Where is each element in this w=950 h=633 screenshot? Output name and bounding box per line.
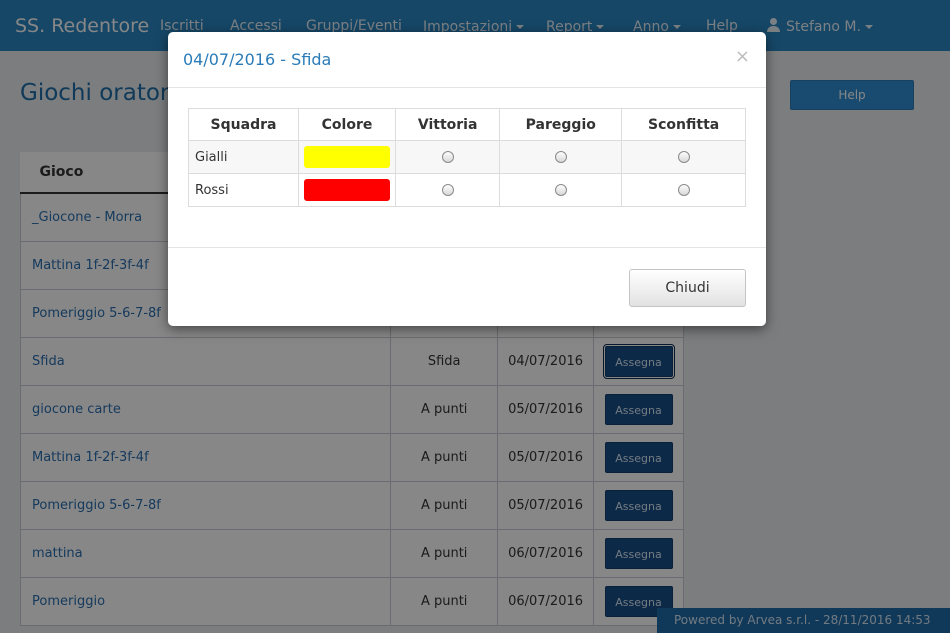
modal-header: 04/07/2016 - Sfida × — [168, 32, 766, 88]
chiudi-button[interactable]: Chiudi — [629, 269, 746, 307]
column-header-squadra: Squadra — [188, 108, 299, 141]
team-color-swatch — [304, 146, 390, 168]
modal-title: 04/07/2016 - Sfida — [183, 50, 332, 69]
team-color-swatch — [304, 179, 390, 201]
color-cell — [298, 140, 396, 174]
sconfitta-cell — [621, 140, 746, 174]
sfida-modal: 04/07/2016 - Sfida × Squadra Colore Vitt… — [168, 32, 766, 326]
sconfitta-radio[interactable] — [677, 151, 690, 163]
close-icon[interactable]: × — [735, 48, 750, 66]
outcome-table: Squadra Colore Vittoria Pareggio Sconfit… — [188, 108, 746, 207]
team-name: Gialli — [188, 140, 299, 174]
pareggio-cell — [499, 140, 623, 174]
modal-footer: Chiudi — [168, 247, 766, 326]
team-row-gialli: Gialli — [188, 140, 746, 174]
sconfitta-radio[interactable] — [677, 184, 690, 196]
pareggio-radio[interactable] — [554, 184, 567, 196]
vittoria-cell — [394, 140, 501, 174]
column-header-colore: Colore — [298, 108, 396, 141]
vittoria-radio[interactable] — [441, 184, 454, 196]
column-header-sconfitta: Sconfitta — [621, 108, 746, 141]
column-header-pareggio: Pareggio — [499, 108, 623, 141]
sconfitta-cell — [621, 173, 746, 207]
vittoria-radio[interactable] — [441, 151, 454, 163]
vittoria-cell — [394, 173, 501, 207]
outcome-header-row: Squadra Colore Vittoria Pareggio Sconfit… — [188, 108, 746, 141]
team-name: Rossi — [188, 173, 299, 207]
team-row-rossi: Rossi — [188, 173, 746, 207]
column-header-vittoria: Vittoria — [394, 108, 501, 141]
pareggio-radio[interactable] — [554, 151, 567, 163]
color-cell — [298, 173, 396, 207]
pareggio-cell — [499, 173, 623, 207]
